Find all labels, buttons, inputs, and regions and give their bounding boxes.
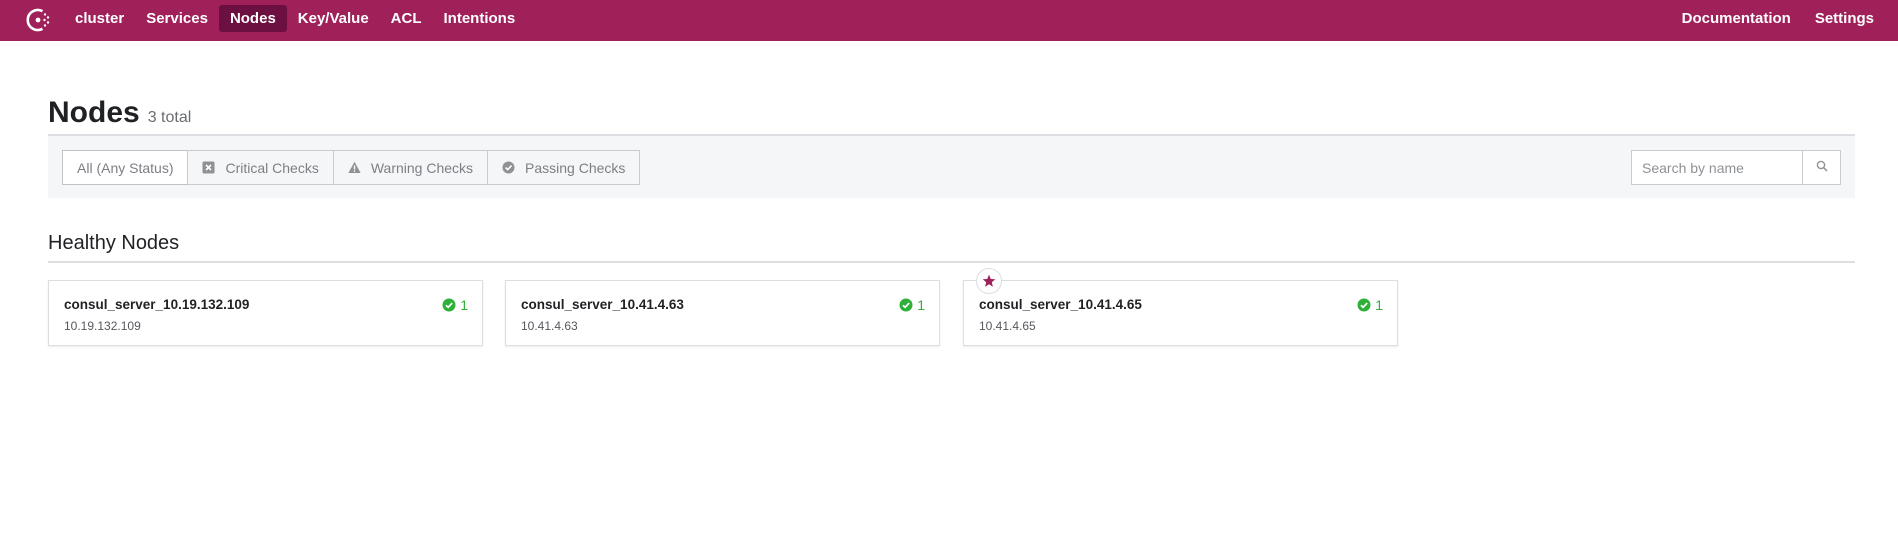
page-header: Nodes 3 total: [48, 96, 191, 130]
filter-all[interactable]: All (Any Status): [62, 150, 189, 185]
node-card[interactable]: consul_server_10.41.4.63 10.41.4.63 1: [505, 280, 940, 346]
filter-bar: All (Any Status) Critical Checks Warning…: [48, 136, 1855, 198]
search-box: [1631, 150, 1841, 185]
nav-intentions[interactable]: Intentions: [433, 5, 527, 32]
filter-passing[interactable]: Passing Checks: [487, 150, 641, 185]
filter-all-label: All (Any Status): [77, 159, 174, 176]
section-title: Healthy Nodes: [48, 232, 180, 254]
nav-cluster[interactable]: cluster: [64, 5, 135, 32]
filter-passing-label: Passing Checks: [525, 159, 626, 176]
leader-star-icon: [976, 268, 1002, 294]
critical-icon: [202, 161, 215, 174]
node-card[interactable]: consul_server_10.19.132.109 10.19.132.10…: [48, 280, 483, 346]
status-filters: All (Any Status) Critical Checks Warning…: [62, 150, 641, 185]
filter-critical-label: Critical Checks: [225, 159, 319, 176]
node-address: 10.41.4.65: [979, 319, 1036, 333]
search-button[interactable]: [1802, 150, 1841, 185]
passing-count: 1: [1375, 297, 1383, 313]
passing-check-icon: [442, 298, 456, 312]
passing-check-icon: [1357, 298, 1371, 312]
filter-warning-label: Warning Checks: [370, 159, 474, 176]
passing-check-icon: [899, 298, 913, 312]
nav-documentation[interactable]: Documentation: [1670, 5, 1803, 32]
primary-nav: cluster Services Nodes Key/Value ACL Int…: [64, 5, 526, 32]
node-health: 1: [1357, 297, 1383, 313]
section-divider: [48, 261, 1855, 263]
node-address: 10.41.4.63: [521, 319, 578, 333]
node-health: 1: [442, 297, 468, 313]
passing-icon: [502, 161, 515, 174]
node-address: 10.19.132.109: [64, 319, 141, 333]
secondary-nav: Documentation Settings: [1670, 5, 1886, 32]
warning-icon: [348, 161, 361, 174]
top-navigation: cluster Services Nodes Key/Value ACL Int…: [0, 0, 1898, 41]
node-name: consul_server_10.41.4.65: [979, 297, 1142, 312]
page-title: Nodes: [48, 96, 140, 129]
nav-acl[interactable]: ACL: [380, 5, 433, 32]
node-count: 3 total: [147, 109, 192, 126]
filter-critical[interactable]: Critical Checks: [187, 150, 334, 185]
passing-count: 1: [460, 297, 468, 313]
node-card[interactable]: consul_server_10.41.4.65 10.41.4.65 1: [963, 268, 1398, 346]
nav-services[interactable]: Services: [135, 5, 219, 32]
filter-warning[interactable]: Warning Checks: [332, 150, 489, 185]
search-icon: [1816, 159, 1828, 177]
passing-count: 1: [917, 297, 925, 313]
consul-logo-icon[interactable]: [23, 5, 53, 35]
nav-settings[interactable]: Settings: [1803, 5, 1886, 32]
nav-key-value[interactable]: Key/Value: [287, 5, 380, 32]
nav-nodes[interactable]: Nodes: [218, 5, 287, 32]
search-input[interactable]: [1631, 150, 1802, 185]
node-health: 1: [899, 297, 925, 313]
node-name: consul_server_10.19.132.109: [64, 297, 250, 312]
node-name: consul_server_10.41.4.63: [521, 297, 684, 312]
